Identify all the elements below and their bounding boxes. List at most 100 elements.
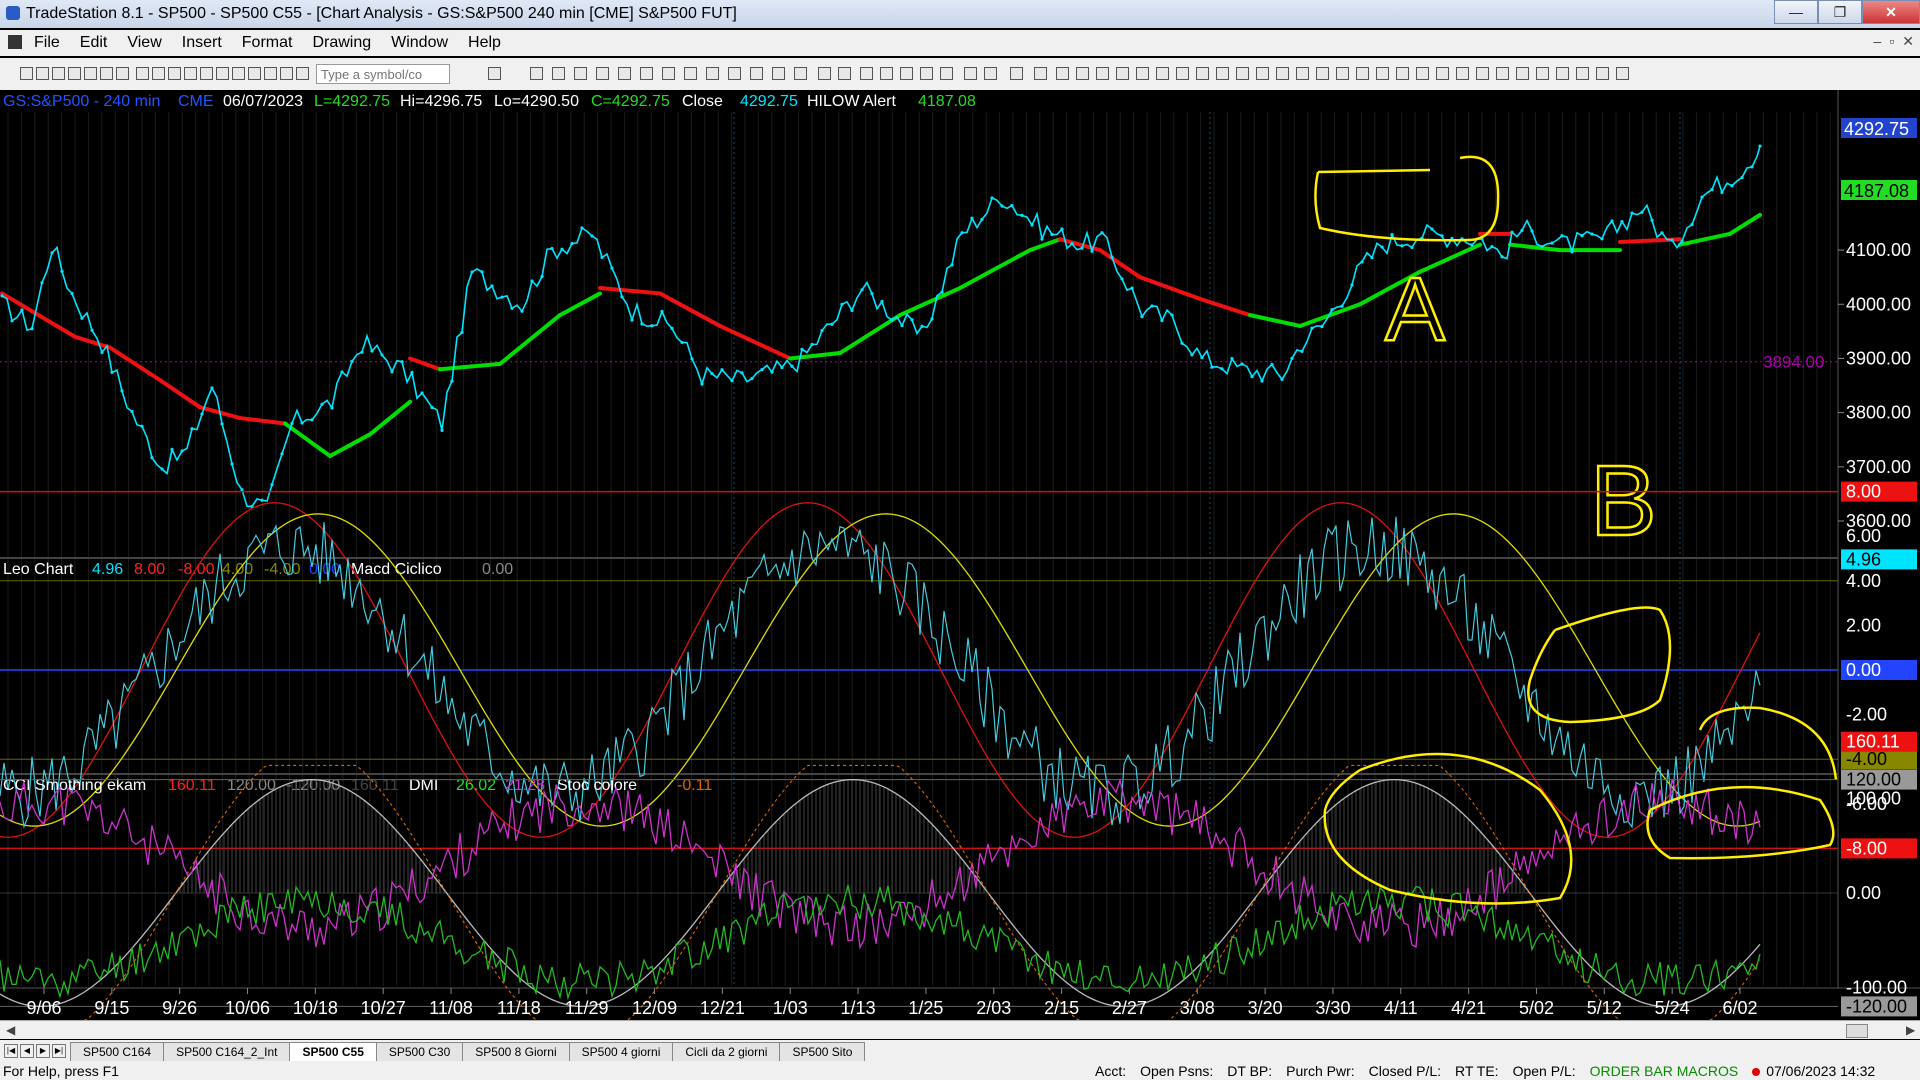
toolbar-tool-icon[interactable] [818, 67, 831, 80]
sheet-tab[interactable]: SP500 4 giorni [568, 1042, 674, 1061]
toolbar-tool-icon[interactable] [662, 67, 675, 80]
restore-button[interactable]: ❐ [1818, 0, 1862, 24]
menu-window[interactable]: Window [391, 34, 448, 52]
symbol-input[interactable] [316, 64, 450, 84]
toolbar-tool-icon[interactable] [280, 67, 293, 80]
toolbar-tool-icon[interactable] [1376, 67, 1389, 80]
toolbar-tool-icon[interactable] [920, 67, 933, 80]
sheet-tab[interactable]: SP500 C164 [70, 1042, 165, 1061]
toolbar-tool-icon[interactable] [184, 67, 197, 80]
toolbar-tool-icon[interactable] [84, 67, 97, 80]
toolbar-tool-icon[interactable] [728, 67, 741, 80]
toolbar-tool-icon[interactable] [1256, 67, 1269, 80]
toolbar-tool-icon[interactable] [1316, 67, 1329, 80]
toolbar-tool-icon[interactable] [100, 67, 113, 80]
toolbar-tool-icon[interactable] [1536, 67, 1549, 80]
toolbar-tool-icon[interactable] [1416, 67, 1429, 80]
toolbar-tool-icon[interactable] [1136, 67, 1149, 80]
scroll-right-icon[interactable]: ▶ [1906, 1023, 1915, 1037]
toolbar-tool-icon[interactable] [1010, 67, 1023, 80]
toolbar-tool-icon[interactable] [36, 67, 49, 80]
toolbar-tool-icon[interactable] [706, 67, 719, 80]
toolbar-tool-icon[interactable] [1516, 67, 1529, 80]
toolbar-tool-icon[interactable] [296, 67, 309, 80]
toolbar-tool-icon[interactable] [1356, 67, 1369, 80]
toolbar-tool-icon[interactable] [1436, 67, 1449, 80]
toolbar-tool-icon[interactable] [264, 67, 277, 80]
minimize-button[interactable]: — [1774, 0, 1818, 24]
toolbar-tool-icon[interactable] [860, 67, 873, 80]
toolbar-tool-icon[interactable] [1096, 67, 1109, 80]
toolbar-tool-icon[interactable] [940, 67, 953, 80]
toolbar-tool-icon[interactable] [900, 67, 913, 80]
chart-window-icon[interactable] [8, 35, 22, 49]
toolbar-tool-icon[interactable] [116, 67, 129, 80]
toolbar-tool-icon[interactable] [574, 67, 587, 80]
toolbar-tool-icon[interactable] [1396, 67, 1409, 80]
menu-insert[interactable]: Insert [182, 34, 222, 52]
toolbar-tool-icon[interactable] [1176, 67, 1189, 80]
toolbar-tool-icon[interactable] [200, 67, 213, 80]
scroll-left-icon[interactable]: ◀ [6, 1023, 15, 1037]
last-tab-icon[interactable]: ▶| [52, 1044, 66, 1058]
menu-drawing[interactable]: Drawing [312, 34, 371, 52]
mdi-close-button[interactable]: ✕ [1902, 33, 1914, 50]
toolbar-tool-icon[interactable] [152, 67, 165, 80]
order-bar-macros[interactable]: ORDER BAR MACROS [1590, 1063, 1739, 1079]
toolbar-tool-icon[interactable] [1216, 67, 1229, 80]
toolbar-tool-icon[interactable] [168, 67, 181, 80]
toolbar-tool-icon[interactable] [1476, 67, 1489, 80]
menu-help[interactable]: Help [468, 34, 501, 52]
toolbar-tool-icon[interactable] [488, 67, 501, 80]
toolbar-tool-icon[interactable] [880, 67, 893, 80]
toolbar-tool-icon[interactable] [1116, 67, 1129, 80]
toolbar-tool-icon[interactable] [1034, 67, 1047, 80]
toolbar-tool-icon[interactable] [1076, 67, 1089, 80]
toolbar-tool-icon[interactable] [772, 67, 785, 80]
toolbar-tool-icon[interactable] [750, 67, 763, 80]
mdi-restore-button[interactable]: ▫ [1889, 33, 1894, 50]
toolbar-tool-icon[interactable] [1296, 67, 1309, 80]
next-tab-icon[interactable]: ▶ [36, 1044, 50, 1058]
menu-edit[interactable]: Edit [80, 34, 108, 52]
toolbar-tool-icon[interactable] [216, 67, 229, 80]
toolbar-tool-icon[interactable] [52, 67, 65, 80]
toolbar-tool-icon[interactable] [794, 67, 807, 80]
toolbar-tool-icon[interactable] [1596, 67, 1609, 80]
sheet-tab[interactable]: SP500 C164_2_Int [163, 1042, 291, 1061]
sheet-tab[interactable]: SP500 8 Giorni [462, 1042, 570, 1061]
toolbar-tool-icon[interactable] [838, 67, 851, 80]
toolbar-tool-icon[interactable] [530, 67, 543, 80]
toolbar-tool-icon[interactable] [596, 67, 609, 80]
menu-file[interactable]: File [34, 34, 60, 52]
toolbar-tool-icon[interactable] [20, 67, 33, 80]
close-button[interactable]: ✕ [1862, 0, 1920, 24]
menu-format[interactable]: Format [242, 34, 293, 52]
toolbar-tool-icon[interactable] [1236, 67, 1249, 80]
sheet-tab-active[interactable]: SP500 C55 [289, 1042, 377, 1061]
toolbar-tool-icon[interactable] [1196, 67, 1209, 80]
toolbar-tool-icon[interactable] [1336, 67, 1349, 80]
toolbar-tool-icon[interactable] [1556, 67, 1569, 80]
sheet-tab[interactable]: Cicli da 2 giorni [672, 1042, 781, 1061]
sheet-tab[interactable]: SP500 Sito [779, 1042, 866, 1061]
toolbar-tool-icon[interactable] [1276, 67, 1289, 80]
sheet-tab[interactable]: SP500 C30 [375, 1042, 464, 1061]
chart-area[interactable]: GS:S&P500 - 240 min CME 06/07/2023 L=429… [0, 90, 1920, 1020]
toolbar-tool-icon[interactable] [1616, 67, 1629, 80]
toolbar-tool-icon[interactable] [68, 67, 81, 80]
menu-view[interactable]: View [127, 34, 161, 52]
toolbar-tool-icon[interactable] [1496, 67, 1509, 80]
toolbar-tool-icon[interactable] [640, 67, 653, 80]
prev-tab-icon[interactable]: ◀ [20, 1044, 34, 1058]
toolbar-tool-icon[interactable] [684, 67, 697, 80]
toolbar-tool-icon[interactable] [1576, 67, 1589, 80]
window-titlebar[interactable]: TradeStation 8.1 - SP500 - SP500 C55 - [… [0, 0, 1920, 28]
horizontal-scrollbar[interactable]: ◀ ▶ [0, 1020, 1920, 1039]
toolbar-tool-icon[interactable] [248, 67, 261, 80]
toolbar-tool-icon[interactable] [1456, 67, 1469, 80]
toolbar-tool-icon[interactable] [136, 67, 149, 80]
toolbar-tool-icon[interactable] [618, 67, 631, 80]
scroll-thumb[interactable] [1846, 1024, 1868, 1038]
first-tab-icon[interactable]: |◀ [4, 1044, 18, 1058]
